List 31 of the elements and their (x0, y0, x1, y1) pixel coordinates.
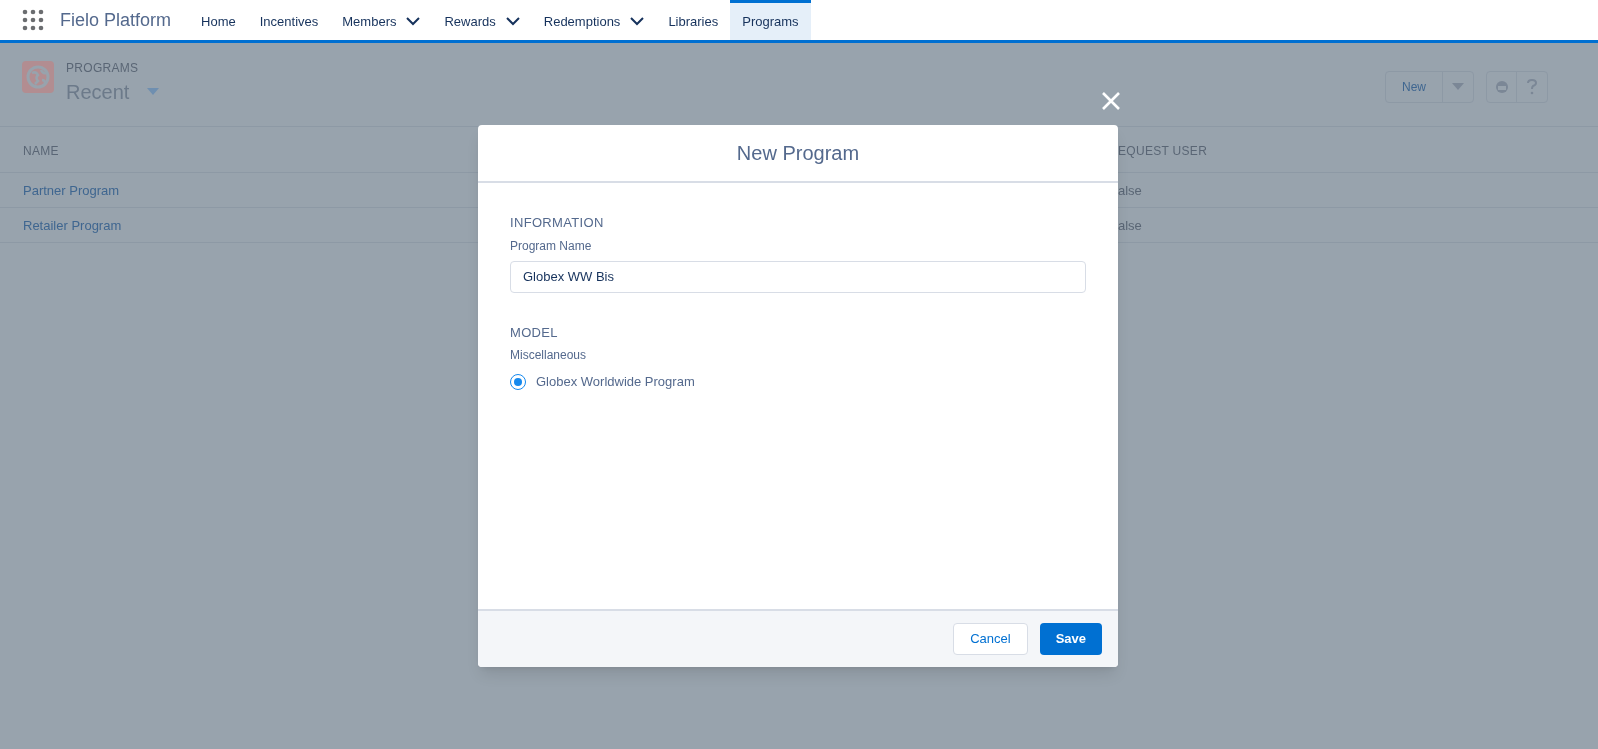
globe-icon (22, 61, 54, 93)
chevron-down-icon[interactable] (630, 17, 645, 26)
table-cell: alse (1118, 218, 1142, 233)
section-heading: MODEL (510, 323, 559, 342)
app-launcher-icon[interactable] (22, 9, 44, 31)
column-header: EQUEST USER (1118, 144, 1208, 158)
section-heading: INFORMATION (510, 214, 605, 232)
text-input[interactable]: Globex WW Bis (510, 260, 1086, 293)
chevron-down-icon[interactable] (505, 17, 520, 26)
nav-tab[interactable]: Incentives (247, 0, 331, 40)
table-cell: alse (1118, 183, 1142, 198)
nav-tab[interactable]: Programs (730, 0, 811, 40)
field-label: Program Name (510, 237, 593, 255)
field-label: Miscellaneous (510, 347, 588, 364)
nav-tab[interactable]: Redemptions (531, 0, 657, 40)
nav-tab[interactable]: Rewards (432, 0, 532, 40)
nav-tab[interactable]: Home (189, 0, 248, 40)
nav-tab[interactable]: Libraries (656, 0, 731, 40)
printer-icon (1494, 80, 1509, 94)
help-icon (1527, 79, 1537, 95)
object-label: PROGRAMS (66, 60, 140, 77)
nav-tab[interactable]: Members (330, 0, 433, 40)
save-button[interactable]: Save (1039, 623, 1102, 655)
cancel-button[interactable]: Cancel (953, 623, 1028, 655)
chevron-down-icon[interactable] (406, 17, 421, 26)
column-header: NAME (23, 144, 59, 158)
radio-label[interactable]: Globex Worldwide Program (536, 372, 695, 392)
app-name: Fielo Platform (60, 8, 172, 32)
caret-icon (1452, 83, 1464, 91)
close-icon[interactable] (1101, 91, 1121, 111)
modal-title: New Program (736, 141, 860, 166)
